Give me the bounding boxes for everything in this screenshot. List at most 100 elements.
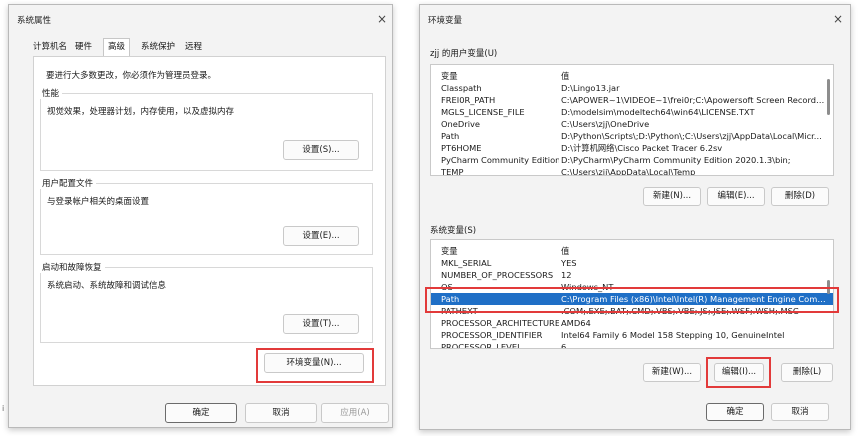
var-name: Path <box>441 294 460 304</box>
var-name: MKL_SERIAL <box>441 258 492 268</box>
system-variables-label: 系统变量(S) <box>430 226 477 236</box>
var-name: PROCESSOR_LEVEL <box>441 342 522 349</box>
var-value: D:\计算机网络\Cisco Packet Tracer 6.2sv <box>561 143 723 153</box>
user-edit-button[interactable]: 编辑(E)... <box>707 187 765 206</box>
var-value: C:\Program Files (x86)\Intel\Intel(R) Ma… <box>561 294 827 304</box>
table-row[interactable]: PT6HOME D:\计算机网络\Cisco Packet Tracer 6.2… <box>431 142 833 154</box>
var-value: C:\APOWER~1\VIDEOE~1\frei0r;C:\Apowersof… <box>561 95 827 105</box>
var-name: PROCESSOR_IDENTIFIER <box>441 330 543 340</box>
var-name: OneDrive <box>441 119 481 129</box>
environment-variables-button[interactable]: 环境变量(N)... <box>264 353 364 373</box>
var-name: Path <box>441 131 460 141</box>
var-name: Classpath <box>441 83 482 93</box>
system-delete-button[interactable]: 删除(L) <box>781 363 833 382</box>
table-row[interactable]: TEMP C:\Users\zjj\AppData\Local\Temp <box>431 166 833 176</box>
header-val: 值 <box>561 246 570 256</box>
var-name: NUMBER_OF_PROCESSORS <box>441 270 554 280</box>
tab-remote[interactable]: 远程 <box>181 39 206 55</box>
header-var: 变量 <box>441 71 458 81</box>
var-value: 12 <box>561 270 572 280</box>
performance-desc: 视觉效果，处理器计划，内存使用，以及虚拟内存 <box>47 107 235 117</box>
table-row[interactable]: NUMBER_OF_PROCESSORS 12 <box>431 269 833 281</box>
environment-variables-dialog: 环境变量 × zjj 的用户变量(U) 变量 值 Classpath D:\Li… <box>419 4 851 430</box>
var-value: Intel64 Family 6 Model 158 Stepping 10, … <box>561 330 785 340</box>
system-table-scrollbar[interactable] <box>827 280 830 294</box>
startup-recovery-group: 启动和故障恢复 系统启动、系统故障和调试信息 设置(T)... <box>39 261 373 343</box>
var-value: D:\Python\Scripts\;D:\Python\;C:\Users\z… <box>561 131 822 141</box>
user-variables-label: zjj 的用户变量(U) <box>430 49 498 59</box>
table-row[interactable]: MGLS_LICENSE_FILE D:\modelsim\modeltech6… <box>431 106 833 118</box>
tab-system-protection[interactable]: 系统保护 <box>137 39 179 55</box>
var-value: D:\Lingo13.jar <box>561 83 620 93</box>
var-value: D:\modelsim\modeltech64\win64\LICENSE.TX… <box>561 107 755 117</box>
tab-advanced[interactable]: 高级 <box>103 38 131 57</box>
startup-settings-button[interactable]: 设置(T)... <box>283 314 359 334</box>
table-header: 变量 值 <box>431 245 833 257</box>
var-value: AMD64 <box>561 318 591 328</box>
table-row[interactable]: PROCESSOR_IDENTIFIER Intel64 Family 6 Mo… <box>431 329 833 341</box>
var-value: D:\PyCharm\PyCharm Community Edition 202… <box>561 155 791 165</box>
system-properties-dialog: 系统属性 × 计算机名 硬件 高级 系统保护 远程 要进行大多数更改，你必须作为… <box>8 4 393 428</box>
user-profile-settings-button[interactable]: 设置(E)... <box>283 226 359 246</box>
table-row[interactable]: Classpath D:\Lingo13.jar <box>431 82 833 94</box>
system-variables-table[interactable]: 变量 值 MKL_SERIAL YES NUMBER_OF_PROCESSORS… <box>430 239 834 349</box>
advanced-tab-panel: 要进行大多数更改，你必须作为管理员登录。 性能 视觉效果，处理器计划，内存使用，… <box>33 56 386 386</box>
header-val: 值 <box>561 71 570 81</box>
var-name: PROCESSOR_ARCHITECTURE <box>441 318 559 328</box>
table-row[interactable]: PATHEXT .COM;.EXE;.BAT;.CMD;.VBS;.VBE;.J… <box>431 305 833 317</box>
table-row-selected[interactable]: Path C:\Program Files (x86)\Intel\Intel(… <box>431 293 833 305</box>
env-ok-button[interactable]: 确定 <box>706 403 764 421</box>
var-name: PyCharm Community Edition <box>441 155 559 165</box>
table-header: 变量 值 <box>431 70 833 82</box>
env-cancel-button[interactable]: 取消 <box>771 403 829 421</box>
apply-button[interactable]: 应用(A) <box>321 403 389 423</box>
table-row[interactable]: OneDrive C:\Users\zjj\OneDrive <box>431 118 833 130</box>
var-name: MGLS_LICENSE_FILE <box>441 107 525 117</box>
left-edge-mark: i <box>2 404 5 413</box>
table-row[interactable]: MKL_SERIAL YES <box>431 257 833 269</box>
user-variables-table[interactable]: 变量 值 Classpath D:\Lingo13.jar FREI0R_PAT… <box>430 64 834 176</box>
var-name: PATHEXT <box>441 306 478 316</box>
tab-hardware[interactable]: 硬件 <box>71 39 96 55</box>
var-value: .COM;.EXE;.BAT;.CMD;.VBS;.VBE;.JS;.JSE;.… <box>561 306 799 316</box>
title-bar: 环境变量 × <box>420 5 850 33</box>
table-row[interactable]: FREI0R_PATH C:\APOWER~1\VIDEOE~1\frei0r;… <box>431 94 833 106</box>
var-value: C:\Users\zjj\OneDrive <box>561 119 650 129</box>
performance-title: 性能 <box>39 87 63 99</box>
table-row[interactable]: PROCESSOR_ARCHITECTURE AMD64 <box>431 317 833 329</box>
user-profile-group: 用户配置文件 与登录帐户相关的桌面设置 设置(E)... <box>39 177 373 255</box>
system-edit-button[interactable]: 编辑(I)... <box>714 363 764 382</box>
table-row[interactable]: PROCESSOR_LEVEL 6 <box>431 341 833 349</box>
table-row[interactable]: PyCharm Community Edition D:\PyCharm\PyC… <box>431 154 833 166</box>
user-profile-title: 用户配置文件 <box>39 177 97 189</box>
dialog-title: 环境变量 <box>428 16 463 26</box>
dialog-title: 系统属性 <box>17 16 52 26</box>
user-delete-button[interactable]: 删除(D) <box>771 187 829 206</box>
table-row[interactable]: OS Windows_NT <box>431 281 833 293</box>
tab-computer-name[interactable]: 计算机名 <box>29 39 71 55</box>
var-name: TEMP <box>441 167 464 176</box>
close-icon[interactable]: × <box>828 10 848 28</box>
performance-group: 性能 视觉效果，处理器计划，内存使用，以及虚拟内存 设置(S)... <box>39 87 373 171</box>
user-table-scrollbar[interactable] <box>827 79 830 115</box>
title-bar: 系统属性 × <box>9 5 392 33</box>
var-value: YES <box>561 258 577 268</box>
user-profile-desc: 与登录帐户相关的桌面设置 <box>47 197 150 207</box>
performance-settings-button[interactable]: 设置(S)... <box>283 140 359 160</box>
startup-recovery-desc: 系统启动、系统故障和调试信息 <box>47 281 167 291</box>
user-new-button[interactable]: 新建(N)... <box>643 187 701 206</box>
var-value: 6 <box>561 342 567 349</box>
admin-note: 要进行大多数更改，你必须作为管理员登录。 <box>46 71 217 81</box>
startup-recovery-title: 启动和故障恢复 <box>39 261 105 273</box>
ok-button[interactable]: 确定 <box>165 403 237 423</box>
table-row[interactable]: Path D:\Python\Scripts\;D:\Python\;C:\Us… <box>431 130 833 142</box>
cancel-button[interactable]: 取消 <box>245 403 317 423</box>
var-name: PT6HOME <box>441 143 482 153</box>
var-name: FREI0R_PATH <box>441 95 496 105</box>
header-var: 变量 <box>441 246 458 256</box>
var-value: Windows_NT <box>561 282 614 292</box>
close-icon[interactable]: × <box>372 10 392 28</box>
var-value: C:\Users\zjj\AppData\Local\Temp <box>561 167 696 176</box>
system-new-button[interactable]: 新建(W)... <box>643 363 701 382</box>
var-name: OS <box>441 282 453 292</box>
